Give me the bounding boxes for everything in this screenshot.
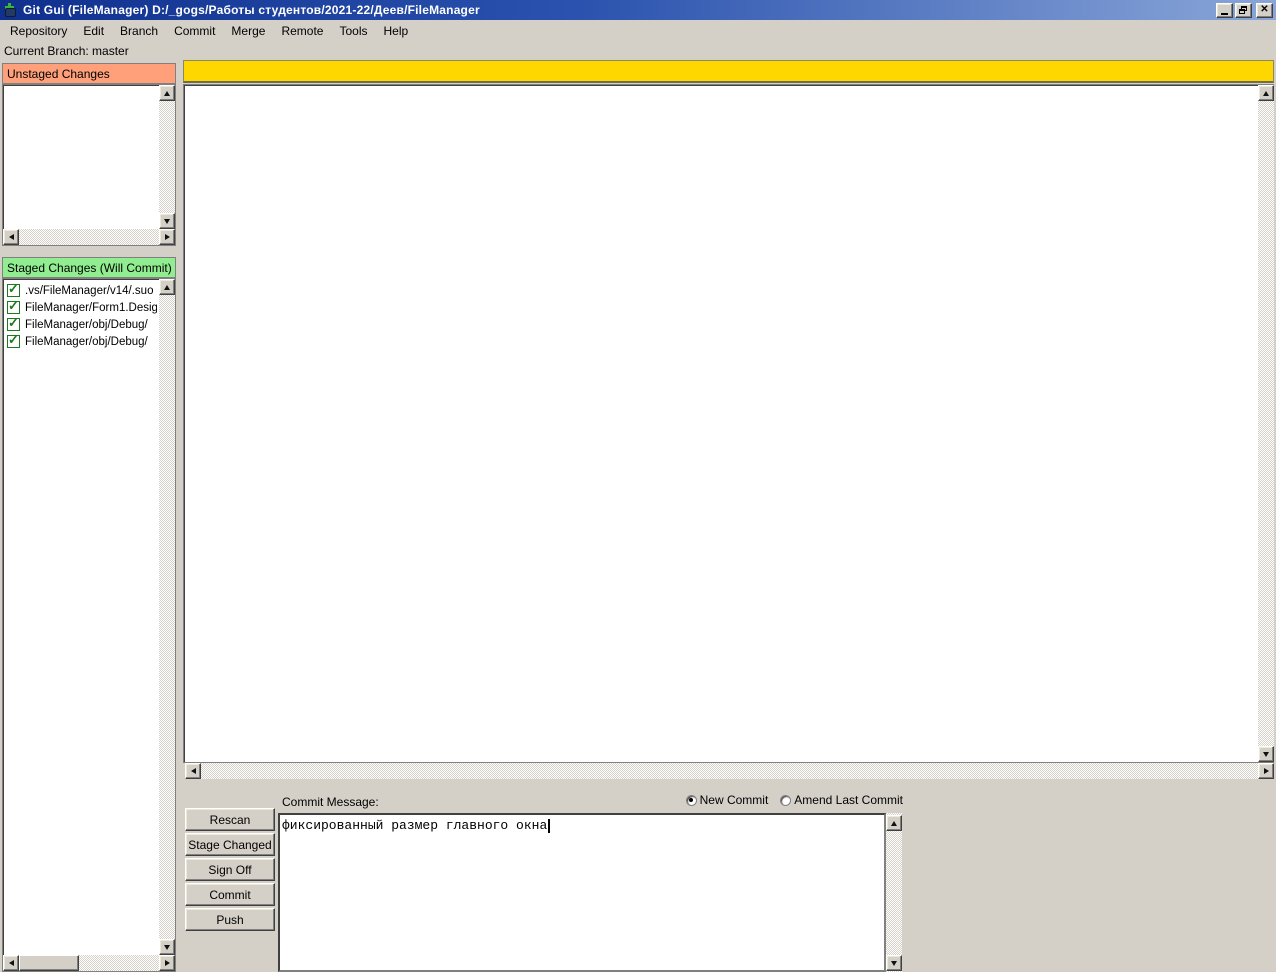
arrow-right-icon <box>165 234 170 240</box>
amend-last-commit-radio[interactable]: Amend Last Commit <box>780 793 903 807</box>
menu-merge[interactable]: Merge <box>223 22 273 40</box>
diff-vscroll-track[interactable] <box>1258 101 1274 746</box>
sign-off-button[interactable]: Sign Off <box>185 858 275 881</box>
new-commit-radio-label[interactable]: New Commit <box>700 793 769 807</box>
stage-changed-button[interactable]: Stage Changed <box>185 833 275 856</box>
diff-hscroll-track[interactable] <box>201 763 1258 779</box>
window-title: Git Gui (FileManager) D:/_gogs/Работы ст… <box>23 3 480 17</box>
diff-view <box>183 84 1274 763</box>
menu-commit[interactable]: Commit <box>166 22 223 40</box>
new-commit-radio[interactable]: New Commit <box>686 793 769 807</box>
unstaged-file-list <box>2 84 176 246</box>
staged-vscroll-track[interactable] <box>159 295 175 939</box>
text-caret <box>548 819 550 833</box>
staged-scroll-right-button[interactable] <box>159 955 175 971</box>
staged-files: .vs/FileManager/v14/.suo FileManager/For… <box>5 282 157 953</box>
staged-file-row[interactable]: .vs/FileManager/v14/.suo <box>5 282 157 299</box>
unstaged-scroll-right-button[interactable] <box>159 229 175 245</box>
arrow-left-icon <box>9 960 14 966</box>
staged-file-name[interactable]: FileManager/Form1.Designer <box>25 302 157 314</box>
amend-last-commit-radio-label[interactable]: Amend Last Commit <box>794 793 903 807</box>
staged-hscroll-thumb[interactable] <box>19 955 79 971</box>
staged-checkmark-icon[interactable] <box>7 284 20 297</box>
arrow-up-icon <box>891 821 897 826</box>
menu-help[interactable]: Help <box>375 22 416 40</box>
message-scroll-up-button[interactable] <box>886 815 902 831</box>
diff-scroll-down-button[interactable] <box>1258 746 1274 762</box>
message-scroll-down-button[interactable] <box>886 955 902 971</box>
arrow-down-icon <box>164 219 170 224</box>
arrow-up-icon <box>1263 91 1269 96</box>
push-button[interactable]: Push <box>185 908 275 931</box>
arrow-down-icon <box>1263 752 1269 757</box>
menu-edit[interactable]: Edit <box>75 22 112 40</box>
staged-file-row[interactable]: FileManager/obj/Debug/ <box>5 333 157 350</box>
arrow-up-icon <box>164 285 170 290</box>
radio-unselected-icon[interactable] <box>780 795 791 806</box>
staged-file-name[interactable]: FileManager/obj/Debug/ <box>25 336 148 348</box>
staged-file-name[interactable]: FileManager/obj/Debug/ <box>25 319 148 331</box>
restore-button[interactable] <box>1235 3 1252 18</box>
staged-file-list: .vs/FileManager/v14/.suo FileManager/For… <box>2 278 176 972</box>
diff-scroll-left-button[interactable] <box>185 763 201 779</box>
diff-hscrollbar <box>183 763 1274 780</box>
unstaged-hscroll-track[interactable] <box>19 229 159 245</box>
staged-file-name[interactable]: .vs/FileManager/v14/.suo <box>25 285 153 297</box>
titlebar: Git Gui (FileManager) D:/_gogs/Работы ст… <box>0 0 1276 20</box>
unstaged-scroll-down-button[interactable] <box>159 213 175 229</box>
diff-scroll-right-button[interactable] <box>1258 763 1274 779</box>
unstaged-scroll-up-button[interactable] <box>159 85 175 101</box>
arrow-down-icon <box>164 945 170 950</box>
staged-checkmark-icon[interactable] <box>7 335 20 348</box>
staged-changes-header: Staged Changes (Will Commit) <box>2 257 176 278</box>
radio-selected-icon[interactable] <box>686 795 697 806</box>
menu-branch[interactable]: Branch <box>112 22 166 40</box>
message-vscroll-track[interactable] <box>886 813 902 972</box>
diff-file-header-bar <box>183 60 1274 83</box>
unstaged-scroll-left-button[interactable] <box>3 229 19 245</box>
staged-scroll-down-button[interactable] <box>159 939 175 955</box>
restore-icon <box>1239 6 1248 14</box>
commit-type-radios: New Commit Amend Last Commit <box>560 793 903 807</box>
arrow-down-icon <box>891 961 897 966</box>
unstaged-changes-header: Unstaged Changes <box>2 63 176 84</box>
arrow-left-icon <box>191 768 196 774</box>
arrow-left-icon <box>9 234 14 240</box>
minimize-button[interactable] <box>1216 3 1233 18</box>
staged-checkmark-icon[interactable] <box>7 301 20 314</box>
menu-tools[interactable]: Tools <box>331 22 375 40</box>
unstaged-vscroll-track[interactable] <box>159 101 175 213</box>
staged-file-row[interactable]: FileManager/obj/Debug/ <box>5 316 157 333</box>
current-branch-label: Current Branch: master <box>4 44 129 58</box>
arrow-right-icon <box>1264 768 1269 774</box>
staged-file-row[interactable]: FileManager/Form1.Designer <box>5 299 157 316</box>
close-button[interactable]: ✕ <box>1256 3 1273 18</box>
commit-message-label: Commit Message: <box>282 795 379 809</box>
diff-scroll-up-button[interactable] <box>1258 85 1274 101</box>
menu-repository[interactable]: Repository <box>2 22 75 40</box>
window-controls: ✕ <box>1214 3 1273 18</box>
minimize-icon <box>1221 13 1228 15</box>
commit-message-vscrollbar <box>886 813 903 972</box>
staged-scroll-left-button[interactable] <box>3 955 19 971</box>
arrow-right-icon <box>165 960 170 966</box>
arrow-up-icon <box>164 91 170 96</box>
commit-message-input[interactable]: фиксированный размер главного окна <box>278 813 886 972</box>
rescan-button[interactable]: Rescan <box>185 808 275 831</box>
staged-scroll-up-button[interactable] <box>159 279 175 295</box>
menu-remote[interactable]: Remote <box>273 22 331 40</box>
commit-message-text: фиксированный размер главного окна <box>282 818 547 833</box>
staged-checkmark-icon[interactable] <box>7 318 20 331</box>
menubar: Repository Edit Branch Commit Merge Remo… <box>0 20 1276 41</box>
commit-button[interactable]: Commit <box>185 883 275 906</box>
git-gui-window: Git Gui (FileManager) D:/_gogs/Работы ст… <box>0 0 1276 972</box>
close-icon: ✕ <box>1260 5 1268 15</box>
git-gui-app-icon <box>3 3 18 18</box>
